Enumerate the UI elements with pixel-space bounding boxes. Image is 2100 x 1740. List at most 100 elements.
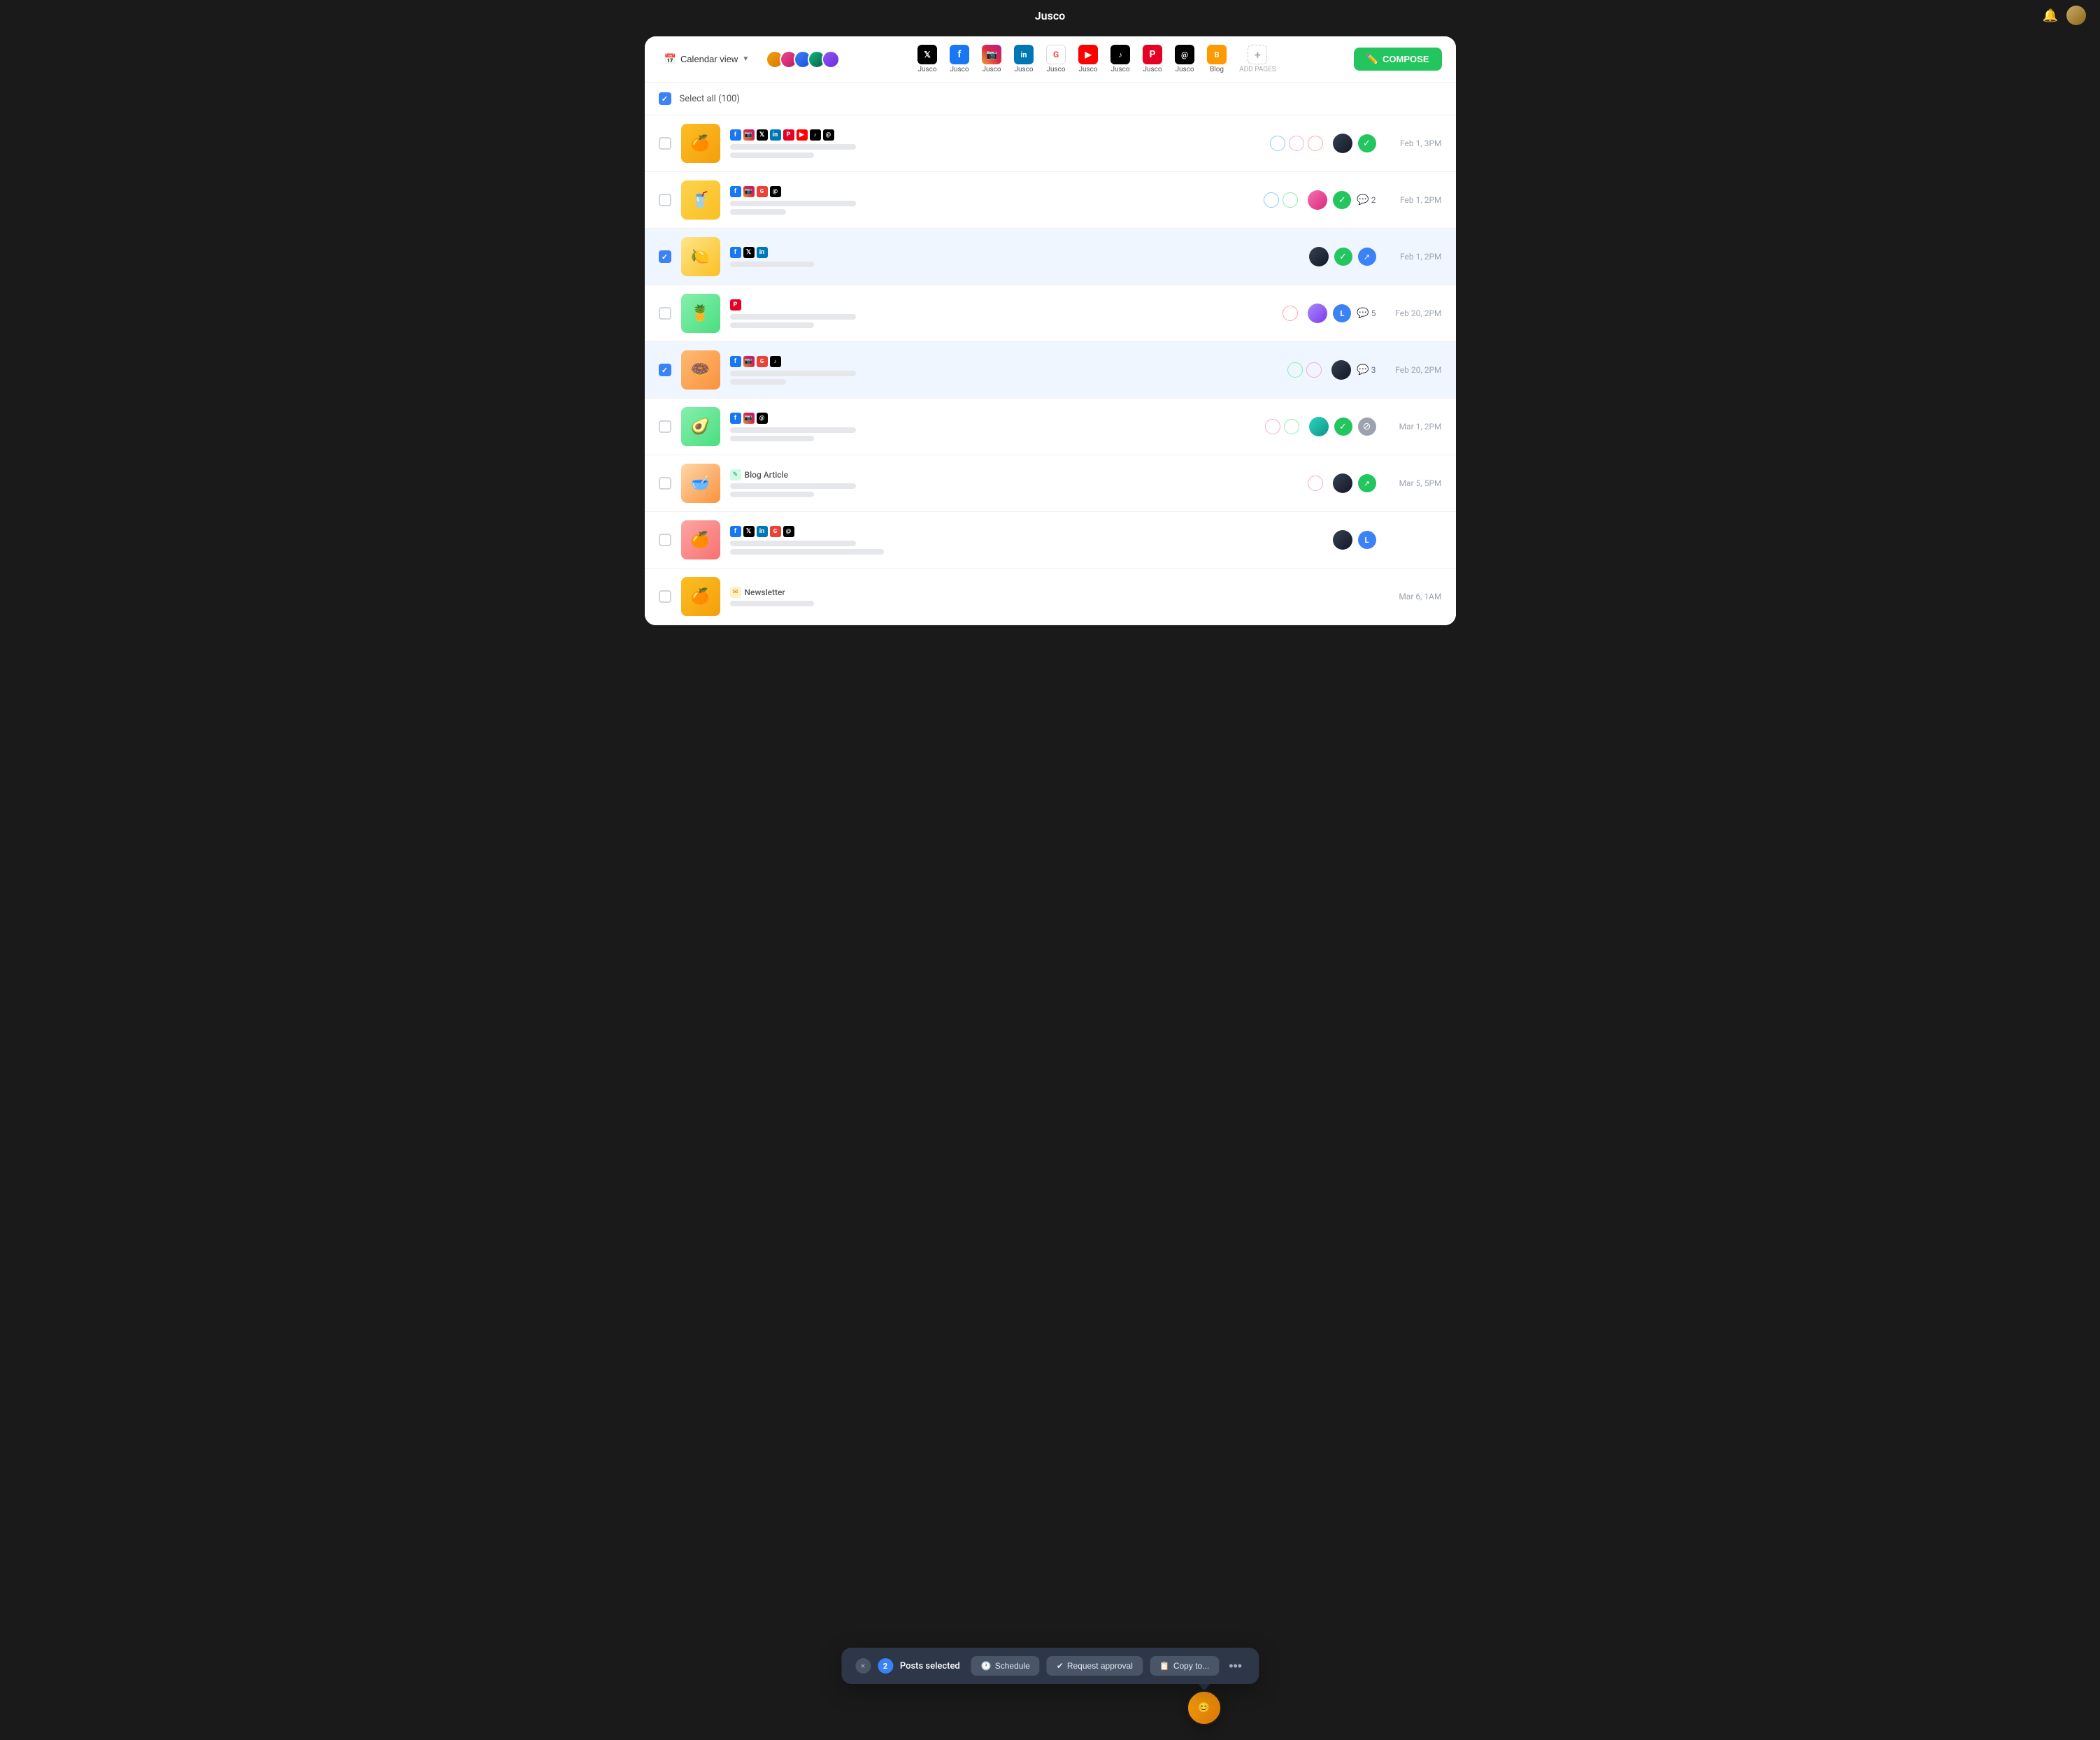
post-info-7: ✎ Blog Article [730, 469, 1298, 497]
calendar-view-label: Calendar view [680, 54, 738, 64]
post-info-2: f 📷 G @ [730, 186, 1255, 215]
sm-instagram-icon: 📷 [743, 356, 755, 367]
sm-facebook-icon: f [730, 129, 741, 141]
post-tags-5 [1287, 362, 1322, 378]
sm-threads-icon: @ [783, 526, 794, 537]
post-info-6: f 📷 @ [730, 413, 1255, 441]
post-row[interactable]: 🍩 f 📷 G ♪ [645, 342, 1456, 399]
post-checkbox-5[interactable] [659, 364, 671, 376]
top-bar-right: 🔔 [2043, 6, 2086, 25]
post-checkbox-3[interactable] [659, 250, 671, 263]
post-meta-5: 💬 3 [1331, 360, 1376, 380]
tag [1308, 476, 1323, 491]
post-social-icons-8: f 𝕏 in G @ [730, 526, 1313, 537]
post-checkbox-4[interactable] [659, 307, 671, 320]
youtube-icon: ▶ [1078, 45, 1098, 64]
post-row[interactable]: 🍊 f 𝕏 in G @ [645, 512, 1456, 569]
calendar-view-button[interactable]: 📅 Calendar view ▼ [659, 50, 755, 68]
app-title: Jusco [1035, 9, 1065, 22]
post-social-icons-1: f 📷 𝕏 in P ▶ ♪ @ [730, 129, 1260, 141]
post-text-3 [730, 262, 1290, 267]
text-line [730, 541, 856, 546]
post-row[interactable]: 🍋 f 𝕏 in ✓ ↗ Feb 1, 2 [645, 229, 1456, 285]
tag [1306, 362, 1322, 378]
tab-youtube[interactable]: ▶ Jusco [1078, 45, 1098, 73]
comment-icon: 💬 [1357, 364, 1369, 376]
sm-facebook-icon: f [730, 413, 741, 424]
select-all-bar: Select all (100) [645, 83, 1456, 115]
tab-tiktok[interactable]: ♪ Jusco [1110, 45, 1130, 73]
floating-bar-title: Posts selected [900, 1661, 960, 1671]
text-line [730, 427, 856, 433]
schedule-button[interactable]: 🕐 Schedule [971, 1656, 1040, 1676]
tab-instagram[interactable]: 📷 Jusco [982, 45, 1001, 73]
post-checkbox-7[interactable] [659, 477, 671, 490]
post-row[interactable]: 🥑 f 📷 @ [645, 399, 1456, 455]
select-all-label: Select all (100) [680, 94, 740, 104]
sm-tiktok-icon: ♪ [770, 356, 781, 367]
post-social-icons-2: f 📷 G @ [730, 186, 1255, 197]
text-line [730, 152, 814, 158]
tab-twitter[interactable]: 𝕏 Jusco [917, 45, 937, 73]
newsletter-label-icon: ✉ [730, 587, 741, 598]
tag [1289, 136, 1304, 151]
tab-google[interactable]: G Jusco [1046, 45, 1066, 73]
post-avatar-8 [1333, 530, 1352, 550]
floating-bar-close-button[interactable]: × [855, 1658, 871, 1674]
post-checkbox-6[interactable] [659, 420, 671, 433]
post-checkbox-9[interactable] [659, 590, 671, 603]
request-approval-button[interactable]: ✔ Request approval [1047, 1656, 1143, 1676]
copy-to-label: Copy to... [1173, 1661, 1209, 1671]
user-avatar-top[interactable] [2066, 6, 2086, 25]
instagram-icon: 📷 [982, 45, 1001, 64]
chevron-down-icon: ▼ [742, 55, 749, 63]
post-comments-2: 💬 2 [1357, 194, 1376, 206]
compose-button[interactable]: ✏️ COMPOSE [1354, 48, 1442, 71]
more-options-button[interactable]: ••• [1226, 1659, 1245, 1674]
post-label-blog: ✎ Blog Article [730, 469, 1298, 480]
post-row[interactable]: 🥤 f 📷 G @ [645, 172, 1456, 229]
tab-threads[interactable]: @ Jusco [1175, 45, 1194, 73]
main-container: 📅 Calendar view ▼ 𝕏 Jusco f Jusco 📷 [645, 36, 1456, 625]
post-info-3: f 𝕏 in [730, 247, 1290, 267]
post-date-9: Mar 6, 1AM [1386, 592, 1442, 601]
blog-icon: B [1207, 45, 1227, 64]
post-row[interactable]: 🥣 ✎ Blog Article ↗ [645, 455, 1456, 512]
selected-count-badge: 2 [878, 1658, 893, 1674]
post-checkbox-8[interactable] [659, 534, 671, 546]
post-checkbox-1[interactable] [659, 137, 671, 150]
sm-instagram-icon: 📷 [743, 186, 755, 197]
post-comments-4: 💬 5 [1357, 308, 1376, 319]
post-row[interactable]: 🍊 f 📷 𝕏 in P ▶ ♪ @ [645, 115, 1456, 172]
facebook-icon: f [950, 45, 969, 64]
post-thumbnail-6: 🥑 [681, 407, 720, 446]
post-info-9: ✉ Newsletter [730, 587, 1357, 606]
post-status-4: L [1333, 304, 1351, 322]
post-meta-4: L 💬 5 [1308, 304, 1376, 323]
comment-count-5: 3 [1371, 365, 1376, 375]
post-text-7 [730, 483, 1298, 497]
team-avatar-5[interactable] [822, 50, 840, 69]
top-bar: Jusco 🔔 [0, 0, 2100, 31]
select-all-checkbox[interactable] [659, 92, 671, 105]
post-social-icons-6: f 📷 @ [730, 413, 1255, 424]
post-checkbox-2[interactable] [659, 194, 671, 206]
post-row[interactable]: 🍍 P L 💬 [645, 285, 1456, 342]
post-thumbnail-1: 🍊 [681, 124, 720, 163]
post-text-1 [730, 144, 1260, 158]
copy-to-button[interactable]: 📋 Copy to... [1150, 1656, 1219, 1676]
tab-blog[interactable]: B Blog [1207, 45, 1227, 73]
tab-add-pages[interactable]: + ADD PAGES [1239, 45, 1276, 73]
post-comments-5: 💬 3 [1357, 364, 1376, 376]
header-bar: 📅 Calendar view ▼ 𝕏 Jusco f Jusco 📷 [645, 36, 1456, 83]
post-status-6b: ⊘ [1358, 418, 1376, 436]
notification-bell-icon[interactable]: 🔔 [2043, 8, 2058, 23]
tab-facebook[interactable]: f Jusco [950, 45, 969, 73]
text-line [730, 201, 856, 206]
post-row[interactable]: 🍊 ✉ Newsletter Mar 6, 1AM [645, 569, 1456, 625]
linkedin-icon: in [1014, 45, 1034, 64]
post-thumbnail-2: 🥤 [681, 180, 720, 220]
tab-pinterest[interactable]: P Jusco [1143, 45, 1162, 73]
sm-pinterest-icon: P [783, 129, 794, 141]
tab-linkedin[interactable]: in Jusco [1014, 45, 1034, 73]
